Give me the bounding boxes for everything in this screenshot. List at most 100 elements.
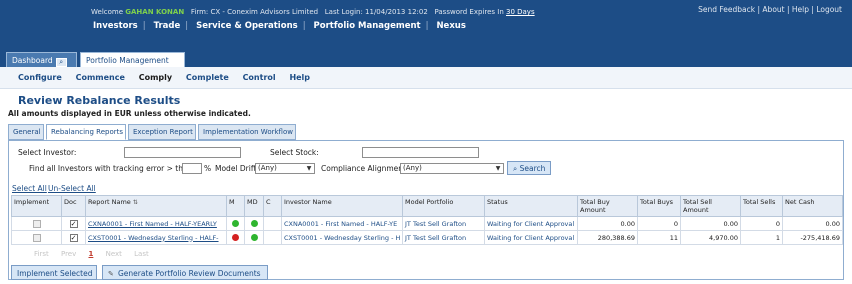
subnav-complete[interactable]: Complete bbox=[186, 73, 229, 82]
pager-page[interactable]: 1 bbox=[88, 250, 93, 258]
col-status[interactable]: Status bbox=[484, 195, 578, 217]
compliance-select[interactable]: (Any) ▼ bbox=[400, 163, 504, 174]
chevron-down-icon: ▼ bbox=[495, 165, 501, 172]
pager-prev[interactable]: Prev bbox=[61, 250, 76, 258]
search-icon: ⌕ bbox=[513, 164, 518, 173]
report-name-link[interactable]: CXNA0001 - First Named - HALF-YEARLY bbox=[85, 216, 227, 231]
chevron-down-icon: ▼ bbox=[306, 165, 312, 172]
implement-selected-button[interactable]: Implement Selected bbox=[11, 265, 97, 280]
last-login: Last Login: 11/04/2013 12:02 bbox=[324, 8, 428, 16]
md-status-dot bbox=[250, 220, 258, 227]
logout-link[interactable]: Logout bbox=[816, 5, 842, 14]
total-buy-amount: 0.00 bbox=[577, 216, 638, 231]
col-net-cash[interactable]: Net Cash bbox=[782, 195, 843, 217]
page-tab-strip: Dashboard ⌕ Portfolio Management bbox=[0, 50, 852, 67]
m-status-dot bbox=[232, 220, 239, 227]
total-sell-amount: 4,970.00 bbox=[680, 230, 741, 245]
col-c[interactable]: C bbox=[263, 195, 282, 217]
search-button[interactable]: ⌕ Search bbox=[507, 161, 551, 175]
col-total-buys[interactable]: Total Buys bbox=[637, 195, 681, 217]
col-m[interactable]: M bbox=[226, 195, 245, 217]
password-expiry: Password Expires In bbox=[434, 8, 504, 16]
model-portfolio: JT Test Sell Grafton bbox=[402, 216, 485, 231]
col-model-portfolio[interactable]: Model Portfolio bbox=[402, 195, 485, 217]
pager: First Prev 1 Next Last bbox=[34, 250, 159, 258]
total-buys: 11 bbox=[637, 230, 681, 245]
select-all-link[interactable]: Select All bbox=[12, 184, 47, 193]
report-name-link[interactable]: CXST0001 - Wednesday Sterling - HALF- bbox=[85, 230, 227, 245]
send-feedback-link[interactable]: Send Feedback bbox=[698, 5, 755, 14]
net-cash: -275,418.69 bbox=[782, 230, 843, 245]
subnav-comply[interactable]: Comply bbox=[139, 73, 172, 82]
tab-dashboard[interactable]: Dashboard ⌕ bbox=[6, 52, 77, 67]
tracking-error-label: Find all Investors with tracking error >… bbox=[29, 164, 193, 173]
investor-name: CXST0001 - Wednesday Sterling - H bbox=[281, 230, 403, 245]
results-table: Implement Doc Report Name ⇅ M MD C Inves… bbox=[11, 195, 843, 245]
col-investor-name[interactable]: Investor Name bbox=[281, 195, 403, 217]
sort-icon: ⇅ bbox=[132, 199, 138, 206]
tab-rebalancing-reports[interactable]: Rebalancing Reports bbox=[46, 124, 126, 140]
firm-label: Firm: CX - Conexim Advisors Limited bbox=[190, 8, 319, 16]
md-status-dot bbox=[250, 234, 258, 241]
table-header-row: Implement Doc Report Name ⇅ M MD C Inves… bbox=[11, 195, 843, 217]
model-drift-select[interactable]: (Any) ▼ bbox=[255, 163, 315, 174]
user-name: GAHAN KONAN bbox=[125, 8, 185, 16]
nav-investors[interactable]: Investors bbox=[93, 21, 138, 31]
tracking-error-input[interactable] bbox=[182, 163, 202, 174]
password-days-link[interactable]: 30 Days bbox=[506, 8, 535, 16]
col-md[interactable]: MD bbox=[244, 195, 264, 217]
help-link[interactable]: Help bbox=[792, 5, 809, 14]
pin-icon[interactable]: ⌕ bbox=[55, 58, 67, 67]
col-total-sell-amount[interactable]: Total Sell Amount bbox=[680, 195, 741, 217]
nav-portfolio-management[interactable]: Portfolio Management bbox=[314, 21, 421, 31]
pager-last[interactable]: Last bbox=[134, 250, 149, 258]
compliance-alignment-label: Compliance Alignment bbox=[321, 164, 406, 173]
col-doc[interactable]: Doc bbox=[61, 195, 86, 217]
status: Waiting for Client Approval bbox=[484, 230, 578, 245]
subnav-commence[interactable]: Commence bbox=[76, 73, 125, 82]
about-link[interactable]: About bbox=[762, 5, 784, 14]
col-implement[interactable]: Implement bbox=[11, 195, 62, 217]
top-links: Send Feedback | About | Help | Logout bbox=[698, 5, 842, 14]
nav-trade[interactable]: Trade bbox=[154, 21, 181, 31]
page-title: Review Rebalance Results bbox=[18, 94, 181, 107]
investor-input[interactable] bbox=[124, 147, 241, 158]
table-row: ✓ CXST0001 - Wednesday Sterling - HALF- … bbox=[11, 230, 843, 245]
col-report-name[interactable]: Report Name ⇅ bbox=[85, 195, 227, 217]
doc-checkbox[interactable]: ✓ bbox=[69, 233, 78, 242]
subnav-configure[interactable]: Configure bbox=[18, 73, 62, 82]
implement-checkbox[interactable] bbox=[32, 219, 41, 228]
top-header: Welcome GAHAN KONAN Firm: CX - Conexim A… bbox=[0, 0, 852, 50]
stock-input[interactable] bbox=[362, 147, 479, 158]
subnav-help[interactable]: Help bbox=[289, 73, 310, 82]
total-sells: 1 bbox=[740, 230, 783, 245]
pager-next[interactable]: Next bbox=[106, 250, 122, 258]
table-row: ✓ CXNA0001 - First Named - HALF-YEARLY C… bbox=[11, 216, 843, 231]
status: Waiting for Client Approval bbox=[484, 216, 578, 231]
tab-general[interactable]: General bbox=[8, 124, 44, 140]
tab-portfolio-management[interactable]: Portfolio Management bbox=[80, 52, 185, 67]
total-sells: 0 bbox=[740, 216, 783, 231]
tab-exception-report[interactable]: Exception Report bbox=[128, 124, 196, 140]
pencil-icon: ✎ bbox=[108, 270, 114, 278]
nav-nexus[interactable]: Nexus bbox=[436, 21, 465, 31]
total-sell-amount: 0.00 bbox=[680, 216, 741, 231]
total-buys: 0 bbox=[637, 216, 681, 231]
model-drift-label: Model Drift bbox=[215, 164, 257, 173]
nav-service-operations[interactable]: Service & Operations bbox=[196, 21, 298, 31]
unselect-all-link[interactable]: Un-Select All bbox=[48, 184, 96, 193]
rebalancing-panel: Select Investor: Select Stock: Find all … bbox=[8, 140, 844, 280]
main-nav: Investors | Trade | Service & Operations | … bbox=[93, 21, 466, 31]
m-status-dot bbox=[232, 234, 239, 241]
select-stock-label: Select Stock: bbox=[270, 148, 319, 157]
implement-checkbox[interactable] bbox=[32, 233, 41, 242]
subnav-control[interactable]: Control bbox=[243, 73, 276, 82]
welcome-bar: Welcome GAHAN KONAN Firm: CX - Conexim A… bbox=[91, 8, 535, 16]
doc-checkbox[interactable]: ✓ bbox=[69, 219, 78, 228]
tab-implementation-workflow[interactable]: Implementation Workflow bbox=[198, 124, 296, 140]
pager-first[interactable]: First bbox=[34, 250, 49, 258]
col-total-sells[interactable]: Total Sells bbox=[740, 195, 783, 217]
generate-documents-button[interactable]: ✎ Generate Portfolio Review Documents bbox=[102, 265, 268, 280]
investor-name: CXNA0001 - First Named - HALF-YE bbox=[281, 216, 403, 231]
col-total-buy-amount[interactable]: Total Buy Amount bbox=[577, 195, 638, 217]
